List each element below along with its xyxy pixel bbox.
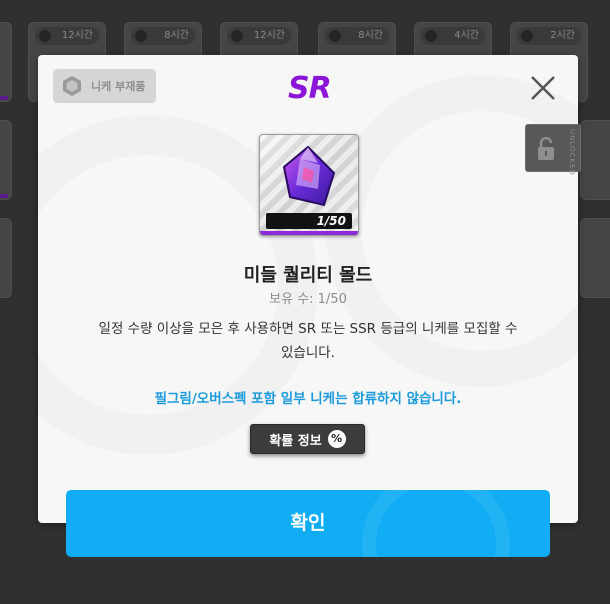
item-info-dialog: 니케 부재품 SR 1/50 미들 퀄리티 몰드 보유 수: 1/50 일정 수… [38, 55, 578, 523]
description-line: 일정 수량 이상을 모은 후 사용하면 SR 또는 SSR 등급의 니케를 모집… [98, 321, 518, 337]
category-label: 니케 부재품 [91, 80, 146, 93]
hexagon-icon [63, 76, 81, 96]
description-line: 있습니다. [281, 345, 335, 361]
confirm-label: 확인 [290, 512, 326, 534]
item-description: 일정 수량 이상을 모은 후 사용하면 SR 또는 SSR 등급의 니케를 모집… [68, 317, 548, 365]
item-name: 미들 퀄리티 몰드 [243, 265, 373, 286]
percent-icon: % [327, 430, 346, 448]
mold-crystal-icon [282, 145, 336, 207]
lock-toggle[interactable]: UNLOCKED [525, 124, 581, 176]
category-badge: 니케 부재품 [53, 69, 156, 103]
rarity-label: SR [288, 71, 332, 106]
item-count-bar: 1/50 [266, 213, 352, 229]
confirm-button[interactable]: 확인 [66, 490, 550, 557]
owned-count: 보유 수: 1/50 [269, 292, 347, 307]
item-count: 1/50 [316, 214, 346, 228]
unlock-icon [538, 137, 554, 160]
probability-info-label: 확률 정보 [269, 433, 322, 449]
exclusion-notice: 필그림/오버스펙 포함 일부 니케는 합류하지 않습니다. [154, 391, 462, 407]
rarity-strip [260, 231, 358, 235]
lock-status-label: UNLOCKED [568, 129, 576, 176]
item-icon-card: 1/50 [259, 134, 359, 236]
close-icon[interactable] [528, 73, 558, 103]
probability-info-button[interactable]: 확률 정보 % [250, 424, 365, 454]
